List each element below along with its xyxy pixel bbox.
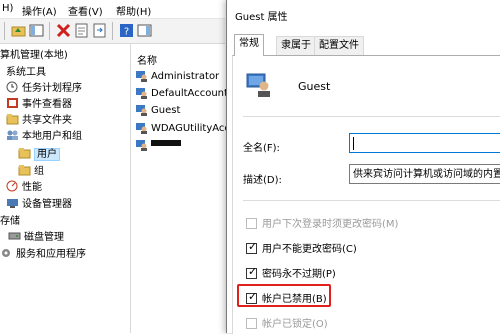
services-icon [0, 247, 13, 259]
tree-item-event-viewer[interactable]: 事件查看器 [6, 97, 72, 113]
user-list-pane: 名称 Administrator DefaultAccount Guest WD… [131, 44, 230, 333]
tree-item-task-scheduler[interactable]: 任务计划程序 [6, 81, 82, 97]
tree-item-storage[interactable]: 存储 [0, 214, 20, 230]
checkbox-box[interactable] [246, 318, 257, 329]
checkbox-box[interactable]: ✓ [246, 240, 258, 254]
toolbar: ? [0, 19, 225, 44]
description-label: 描述(D): [243, 175, 282, 186]
list-item-defaultaccount[interactable]: DefaultAccount [135, 86, 228, 102]
tab-member-of[interactable]: 隶属于 [276, 36, 316, 55]
clock-icon [6, 81, 19, 93]
tree-item-local-users-groups[interactable]: 本地用户和组 [6, 129, 82, 145]
column-header-name[interactable]: 名称 [137, 52, 157, 67]
toolbar-separator [4, 22, 5, 40]
description-input[interactable]: 供来宾访问计算机或访问域的内置 [349, 164, 500, 184]
event-viewer-icon [6, 97, 19, 109]
list-item-wdagutilityaccount[interactable]: WDAGUtilityAcc [135, 121, 230, 137]
delete-icon[interactable] [56, 23, 71, 38]
list-item-guest[interactable]: Guest [135, 103, 180, 119]
checkbox-box[interactable]: ✓ [246, 265, 258, 279]
user-icon [135, 86, 148, 99]
tree-item-shared-folders[interactable]: 共享文件夹 [6, 113, 72, 129]
tree-item-device-manager[interactable]: 设备管理器 [6, 197, 72, 213]
divider [243, 200, 500, 201]
tab-general[interactable]: 常规 [234, 34, 264, 56]
tree-item-groups[interactable]: 组 [18, 164, 44, 180]
checkbox-box[interactable] [246, 218, 257, 229]
tree-item-system-tools[interactable]: 系统工具 [6, 65, 46, 81]
user-icon [135, 121, 148, 134]
users-icon [6, 129, 19, 141]
disk-icon [8, 230, 21, 242]
tab-profile[interactable]: 配置文件 [314, 36, 364, 55]
tree-item-performance[interactable]: 性能 [6, 180, 42, 196]
user-icon [246, 71, 272, 97]
menu-help[interactable]: 帮助(H) [116, 3, 151, 18]
console-tree: 算机管理(本地) 系统工具 任务计划程序 事件查看器 共享文件夹 本地用户和组 … [0, 44, 131, 333]
show-action-pane-icon[interactable] [137, 23, 152, 38]
guest-properties-dialog: Guest 属性 常规 隶属于 配置文件 Guest 全名(F): 描述(D):… [226, 0, 500, 334]
redacted-name-bar [151, 140, 181, 146]
fullname-input[interactable] [349, 133, 500, 153]
menu-bar: H) 操作(A) 查看(V) 帮助(H) [0, 0, 225, 19]
list-item-administrator[interactable]: Administrator [135, 69, 219, 85]
divider [243, 116, 500, 117]
toolbar-separator [112, 22, 113, 40]
svg-text:?: ? [124, 27, 129, 38]
user-icon [135, 103, 148, 116]
tree-item-services-apps[interactable]: 服务和应用程序 [0, 247, 86, 263]
checkmark-icon: ✓ [248, 265, 258, 278]
fullname-label: 全名(F): [243, 143, 280, 154]
text-caret [353, 137, 354, 150]
tree-item-disk-management[interactable]: 磁盘管理 [8, 230, 64, 246]
user-icon [135, 138, 148, 151]
checkbox-must-change-password[interactable]: 用户下次登录时须更改密码(M) [246, 217, 398, 233]
highlight-annotation-box [237, 284, 331, 307]
device-manager-icon [6, 197, 19, 209]
checkbox-password-never-expires[interactable]: ✓ 密码永不过期(P) [246, 265, 336, 283]
tree-item-computer-management[interactable]: 算机管理(本地) [0, 48, 68, 64]
folder-icon [18, 164, 31, 176]
list-item-redacted-user[interactable] [135, 138, 181, 154]
checkbox-account-locked[interactable]: 帐户已锁定(O) [246, 317, 328, 333]
menu-view[interactable]: 查看(V) [68, 3, 103, 18]
help-icon[interactable]: ? [119, 23, 134, 38]
folder-icon [18, 147, 31, 159]
show-tree-icon[interactable] [29, 23, 44, 38]
export-list-icon[interactable] [92, 23, 107, 38]
menu-file[interactable]: H) [2, 3, 13, 14]
up-folder-icon[interactable] [11, 23, 26, 38]
performance-icon [6, 180, 19, 192]
shared-folder-icon [6, 113, 19, 125]
tab-strip: 常规 隶属于 配置文件 [232, 34, 500, 56]
checkbox-cannot-change-password[interactable]: ✓ 用户不能更改密码(C) [246, 240, 357, 258]
user-icon [135, 69, 148, 82]
dialog-title: Guest 属性 [235, 12, 288, 23]
tree-item-users[interactable]: 用户 [18, 147, 60, 163]
user-name-label: Guest [298, 80, 331, 93]
toolbar-separator [49, 22, 50, 40]
checkmark-icon: ✓ [248, 240, 258, 253]
menu-action[interactable]: 操作(A) [22, 3, 57, 18]
properties-icon[interactable] [74, 23, 89, 38]
